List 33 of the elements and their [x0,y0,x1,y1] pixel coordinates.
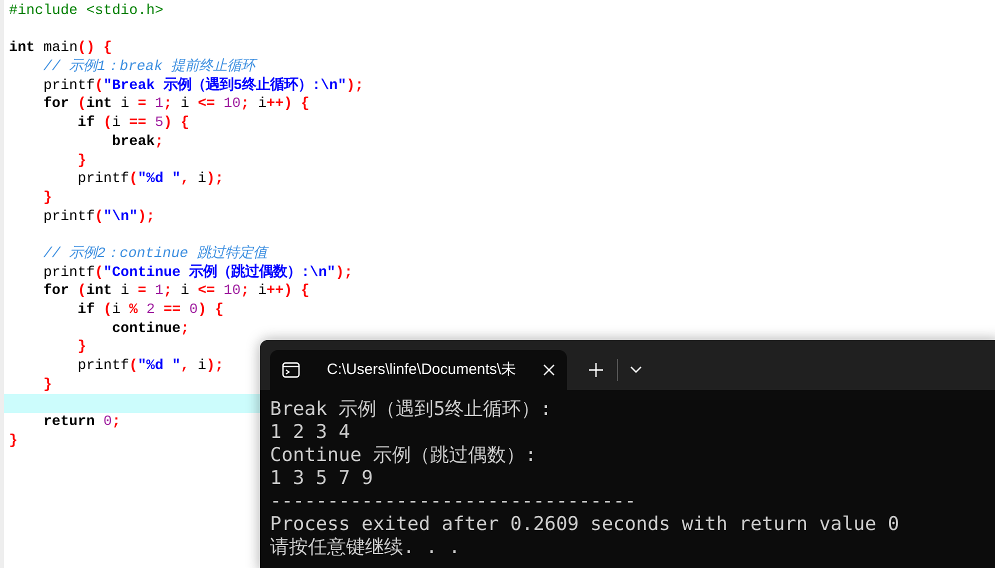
code-line: #include <stdio.h> [9,3,164,19]
code-line: if (i == 5) { [78,115,190,132]
code-line: } [43,376,52,393]
console-line: 1 2 3 4 [270,421,350,443]
console-line: Break 示例（遇到5终止循环）: [270,398,552,420]
console-line: 1 3 5 7 9 [270,467,373,489]
code-line: break; [112,134,164,150]
code-line: continue; [112,320,190,337]
code-line: return 0; [43,414,121,430]
code-line: for (int i = 1; i <= 10; i++) { [43,96,310,112]
console-line: Continue 示例（跳过偶数）: [270,444,536,466]
code-line: for (int i = 1; i <= 10; i++) { [43,283,310,300]
code-line: printf("Break 示例（遇到5终止循环）:\n"); [43,78,364,94]
code-line: // 示例2：continue 跳过特定值 [43,246,267,262]
console-line: 请按任意键继续. . . [270,536,460,558]
code-line: printf("%d ", i); [78,171,224,188]
code-line: // 示例1：break 提前终止循环 [43,59,256,76]
new-tab-button[interactable] [589,363,603,377]
code-line: } [43,190,52,206]
terminal-tab[interactable]: C:\Users\linfe\Documents\未 [270,350,567,390]
dropdown-button[interactable] [630,366,642,374]
console-line: Process exited after 0.2609 seconds with return value 0 [270,513,900,535]
code-line: printf("%d ", i); [78,358,224,374]
code-line: } [78,152,86,168]
console-line: -------------------------------- [270,490,636,512]
code-line: } [9,432,18,449]
code-line: int main() { [9,40,112,56]
console-icon [282,362,300,378]
code-line: printf("\n"); [43,208,155,225]
code-line: printf("Continue 示例（跳过偶数）:\n"); [43,264,353,281]
close-icon[interactable] [543,364,555,376]
code-line: if (i % 2 == 0) { [78,302,224,318]
code-line: } [78,339,86,356]
